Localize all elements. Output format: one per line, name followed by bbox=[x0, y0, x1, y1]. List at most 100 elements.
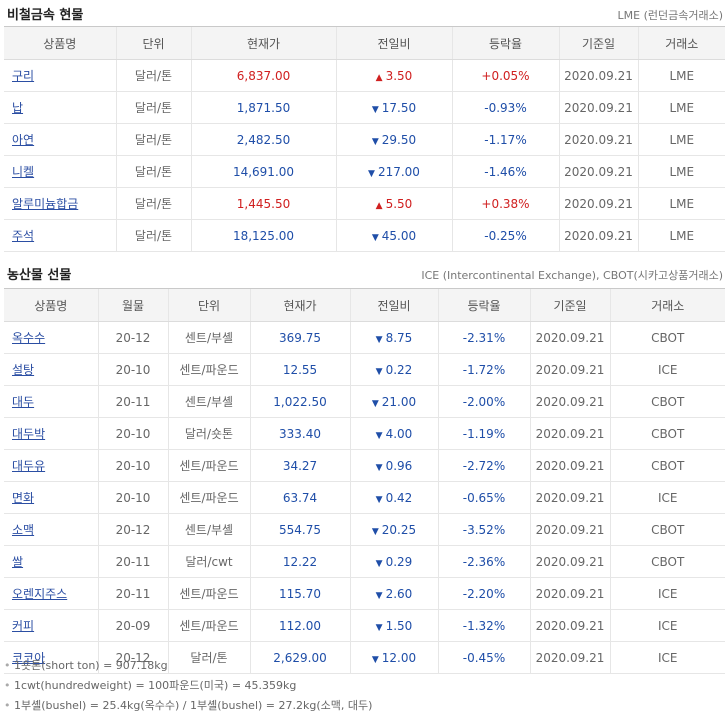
change-cell: ▼ 0.22 bbox=[349, 353, 438, 386]
table-row: 주석 달러/톤 18,125.00 ▼ 45.00 -0.25% 2020.09.21 LME bbox=[4, 219, 725, 252]
commodity-link[interactable]: 소맥 bbox=[4, 513, 98, 546]
arrow-down-icon: ▼ bbox=[375, 430, 383, 441]
date-cell: 2020.09.21 bbox=[529, 449, 610, 482]
metals-col-header: 상품명 bbox=[4, 26, 116, 60]
metals-col-header: 현재가 bbox=[190, 26, 336, 60]
change-value: 4.00 bbox=[385, 426, 413, 441]
change-value: 0.42 bbox=[385, 490, 413, 505]
commodity-link[interactable]: 대두유 bbox=[4, 449, 98, 482]
exchange-cell: CBOT bbox=[609, 417, 725, 450]
commodity-link[interactable]: 구리 bbox=[4, 59, 116, 92]
date-cell: 2020.09.21 bbox=[529, 641, 610, 674]
agri-col-header: 등락율 bbox=[437, 288, 530, 322]
rate-cell: -0.25% bbox=[451, 219, 559, 252]
unit-cell: 센트/파운드 bbox=[167, 481, 250, 514]
rate-cell: -0.93% bbox=[451, 91, 559, 124]
table-row: 쌀 20-11 달러/cwt 12.22 ▼ 0.29 -2.36% 2020.09.21 CB… bbox=[4, 545, 725, 578]
exchange-cell: ICE bbox=[609, 353, 725, 386]
change-cell: ▼ 1.50 bbox=[349, 609, 438, 642]
change-cell: ▼ 21.00 bbox=[349, 385, 438, 418]
exchange-cell: LME bbox=[637, 91, 725, 124]
arrow-down-icon: ▼ bbox=[375, 462, 383, 473]
rate-cell: -0.65% bbox=[437, 481, 530, 514]
table-row: 구리 달러/톤 6,837.00 ▲ 3.50 +0.05% 2020.09.21 LME bbox=[4, 59, 725, 92]
commodity-link[interactable]: 커피 bbox=[4, 609, 98, 642]
unit-cell: 센트/파운드 bbox=[167, 609, 250, 642]
exchange-cell: LME bbox=[637, 59, 725, 92]
month-cell: 20-11 bbox=[97, 385, 168, 418]
exchange-cell: ICE bbox=[609, 609, 725, 642]
price-cell: 12.55 bbox=[249, 353, 350, 386]
arrow-down-icon: ▼ bbox=[371, 104, 379, 115]
date-cell: 2020.09.21 bbox=[529, 481, 610, 514]
price-cell: 554.75 bbox=[249, 513, 350, 546]
commodity-link[interactable]: 대두 bbox=[4, 385, 98, 418]
price-cell: 115.70 bbox=[249, 577, 350, 610]
rate-cell: -2.00% bbox=[437, 385, 530, 418]
commodity-link[interactable]: 대두박 bbox=[4, 417, 98, 450]
note-short-ton: 1숏톤(short ton) = 907.18kg bbox=[4, 656, 372, 676]
commodity-link[interactable]: 주석 bbox=[4, 219, 116, 252]
price-cell: 369.75 bbox=[249, 321, 350, 354]
date-cell: 2020.09.21 bbox=[529, 321, 610, 354]
commodity-link[interactable]: 납 bbox=[4, 91, 116, 124]
change-cell: ▼ 217.00 bbox=[335, 155, 452, 188]
change-cell: ▼ 4.00 bbox=[349, 417, 438, 450]
agri-col-header: 상품명 bbox=[4, 288, 98, 322]
commodity-link[interactable]: 알루미늄합금 bbox=[4, 187, 116, 220]
agri-col-header: 현재가 bbox=[249, 288, 350, 322]
date-cell: 2020.09.21 bbox=[558, 155, 638, 188]
exchange-cell: CBOT bbox=[609, 449, 725, 482]
table-row: 옥수수 20-12 센트/부셸 369.75 ▼ 8.75 -2.31% 2020.09.21… bbox=[4, 321, 725, 354]
table-row: 커피 20-09 센트/파운드 112.00 ▼ 1.50 -1.32% 2020.09.21… bbox=[4, 609, 725, 642]
arrow-down-icon: ▼ bbox=[375, 334, 383, 345]
arrow-down-icon: ▼ bbox=[375, 494, 383, 505]
price-cell: 34.27 bbox=[249, 449, 350, 482]
change-cell: ▲ 5.50 bbox=[335, 187, 452, 220]
price-cell: 2,482.50 bbox=[190, 123, 336, 156]
table-row: 납 달러/톤 1,871.50 ▼ 17.50 -0.93% 2020.09.21 LME bbox=[4, 91, 725, 124]
price-cell: 63.74 bbox=[249, 481, 350, 514]
arrow-down-icon: ▼ bbox=[371, 654, 379, 665]
month-cell: 20-11 bbox=[97, 577, 168, 610]
table-row: 대두유 20-10 센트/파운드 34.27 ▼ 0.96 -2.72% 2020.09.21… bbox=[4, 449, 725, 482]
table-row: 오렌지주스 20-11 센트/파운드 115.70 ▼ 2.60 -2.20% 2020.09… bbox=[4, 577, 725, 610]
change-cell: ▼ 45.00 bbox=[335, 219, 452, 252]
rate-cell: -2.72% bbox=[437, 449, 530, 482]
rate-cell: -2.31% bbox=[437, 321, 530, 354]
date-cell: 2020.09.21 bbox=[529, 513, 610, 546]
commodity-link[interactable]: 쌀 bbox=[4, 545, 98, 578]
agri-col-header: 거래소 bbox=[609, 288, 725, 322]
change-cell: ▼ 20.25 bbox=[349, 513, 438, 546]
agri-title: 농산물 선물 bbox=[7, 268, 72, 283]
price-cell: 1,445.50 bbox=[190, 187, 336, 220]
unit-notes: 1숏톤(short ton) = 907.18kg 1cwt(hundredwe… bbox=[4, 656, 372, 716]
commodity-link[interactable]: 니켈 bbox=[4, 155, 116, 188]
month-cell: 20-10 bbox=[97, 353, 168, 386]
note-cwt: 1cwt(hundredweight) = 100파운드(미국) = 45.35… bbox=[4, 676, 372, 696]
commodity-link[interactable]: 아연 bbox=[4, 123, 116, 156]
change-value: 20.25 bbox=[381, 522, 417, 537]
metals-col-header: 기준일 bbox=[558, 26, 638, 60]
change-cell: ▼ 0.96 bbox=[349, 449, 438, 482]
exchange-cell: ICE bbox=[609, 641, 725, 674]
table-row: 소맥 20-12 센트/부셸 554.75 ▼ 20.25 -3.52% 2020.09.21… bbox=[4, 513, 725, 546]
agri-col-header: 전일비 bbox=[349, 288, 438, 322]
change-cell: ▲ 3.50 bbox=[335, 59, 452, 92]
change-cell: ▼ 8.75 bbox=[349, 321, 438, 354]
month-cell: 20-11 bbox=[97, 545, 168, 578]
date-cell: 2020.09.21 bbox=[558, 187, 638, 220]
commodity-link[interactable]: 옥수수 bbox=[4, 321, 98, 354]
arrow-down-icon: ▼ bbox=[375, 622, 383, 633]
agri-col-header: 월물 bbox=[97, 288, 168, 322]
commodity-link[interactable]: 오렌지주스 bbox=[4, 577, 98, 610]
date-cell: 2020.09.21 bbox=[529, 609, 610, 642]
price-cell: 18,125.00 bbox=[190, 219, 336, 252]
rate-cell: -1.72% bbox=[437, 353, 530, 386]
arrow-up-icon: ▲ bbox=[375, 200, 383, 211]
unit-cell: 달러/숏톤 bbox=[167, 417, 250, 450]
commodity-link[interactable]: 면화 bbox=[4, 481, 98, 514]
commodity-link[interactable]: 설탕 bbox=[4, 353, 98, 386]
change-cell: ▼ 0.29 bbox=[349, 545, 438, 578]
arrow-down-icon: ▼ bbox=[375, 366, 383, 377]
